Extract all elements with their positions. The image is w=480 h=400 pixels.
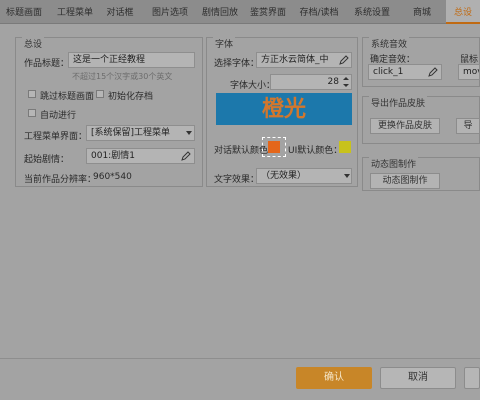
start-plot-input[interactable]: 001:剧情1 (86, 148, 195, 164)
tab-gallery[interactable]: 鉴赏界面 (246, 0, 290, 24)
work-title-label: 作品标题： (24, 59, 70, 69)
init-save-label: 初始化存档 (108, 92, 154, 102)
tab-replay[interactable]: 剧情回放 (198, 0, 242, 24)
skip-title-label: 跳过标题画面 (40, 92, 95, 102)
sound-panel-title: 系统音效 (369, 37, 410, 50)
auto-run-label: 自动进行 (40, 111, 77, 121)
text-effect-label: 文字效果： (214, 175, 260, 185)
app-window: 标题画面 工程菜单 对话框 图片选项 剧情回放 鉴赏界面 存档/读档 系统设置 … (0, 0, 480, 400)
pencil-icon[interactable] (181, 151, 191, 161)
resolution-value: 960*540 (93, 172, 132, 182)
dialog-color-swatch[interactable] (268, 141, 280, 153)
tab-system-settings[interactable]: 系统设置 (350, 0, 394, 24)
work-title-hint: 不超过15个汉字或30个英文 (72, 72, 173, 81)
pencil-icon[interactable] (339, 55, 349, 65)
export-skin-button[interactable]: 导 (456, 118, 480, 134)
font-preview: 橙光 (216, 93, 352, 125)
dynamic-panel-title: 动态图制作 (369, 157, 419, 170)
tab-project-menu[interactable]: 工程菜单 (52, 0, 98, 24)
tab-title-screen[interactable]: 标题画面 (0, 0, 48, 24)
tab-save-load[interactable]: 存档/读档 (294, 0, 344, 24)
font-size-stepper[interactable]: 28 (270, 74, 352, 90)
dynamic-image-button[interactable]: 动态图制作 (370, 173, 440, 189)
extra-button[interactable] (464, 367, 480, 389)
tab-store[interactable]: 商城 (408, 0, 436, 24)
resolution-label: 当前作品分辨率： (24, 175, 97, 185)
mouse-sound-input[interactable]: move (458, 64, 480, 80)
tab-image-options[interactable]: 图片选项 (148, 0, 192, 24)
change-skin-button[interactable]: 更换作品皮肤 (370, 118, 440, 134)
project-menu-select[interactable]: [系统保留]工程菜单 (86, 125, 195, 141)
start-plot-label: 起始剧情： (24, 155, 70, 165)
general-panel-title: 总设 (22, 37, 45, 50)
font-select-input[interactable]: 方正水云简体_中 (256, 52, 352, 68)
skip-title-checkbox[interactable] (28, 90, 36, 98)
confirm-button[interactable]: 确认 (296, 367, 372, 389)
font-size-label: 字体大小： (230, 81, 276, 91)
init-save-checkbox[interactable] (96, 90, 104, 98)
skin-panel-title: 导出作品皮肤 (369, 96, 428, 109)
work-title-input[interactable]: 这是一个正经教程 (68, 52, 195, 68)
project-menu-label: 工程菜单界面： (24, 132, 88, 142)
text-effect-select[interactable]: （无效果） (256, 168, 352, 184)
select-font-label: 选择字体： (214, 59, 260, 69)
ui-color-label: UI默认颜色： (288, 146, 343, 156)
ui-color-swatch[interactable] (339, 141, 351, 153)
pencil-icon[interactable] (428, 67, 438, 77)
tab-general[interactable]: 总设 (446, 0, 480, 24)
chevron-down-icon (186, 131, 192, 135)
font-panel-title: 字体 (213, 37, 236, 50)
cancel-button[interactable]: 取消 (380, 367, 456, 389)
tab-dialog[interactable]: 对话框 (102, 0, 138, 24)
auto-run-checkbox[interactable] (28, 109, 36, 117)
chevron-down-icon (344, 174, 350, 178)
stepper-arrows-icon[interactable] (342, 75, 350, 89)
tab-bar: 标题画面 工程菜单 对话框 图片选项 剧情回放 鉴赏界面 存档/读档 系统设置 … (0, 0, 480, 24)
